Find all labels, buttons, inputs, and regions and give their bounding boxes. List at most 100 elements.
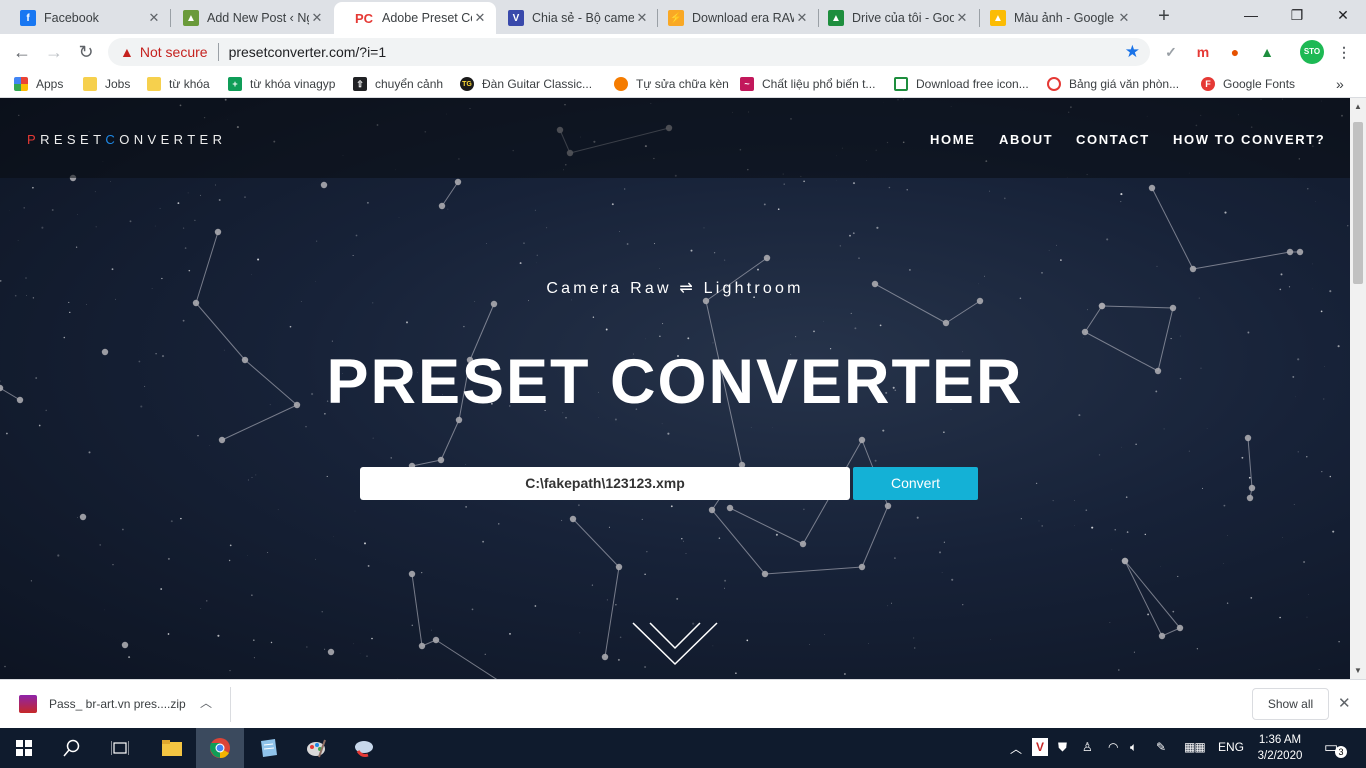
search-icon[interactable] [48,728,96,768]
tab-strip: f Facebook ✕ ▲ Add New Post ‹ Ng ✕ PC Ad… [0,0,1366,34]
task-view-glyph-icon [111,741,129,755]
bookmark-apps[interactable]: Apps [14,75,63,93]
show-all-button[interactable]: Show all [1252,688,1329,720]
bookmark-label: Apps [36,77,64,91]
google-drive-extension-icon[interactable]: ▲ [1257,42,1277,62]
m-extension-icon[interactable]: m [1193,42,1213,62]
forward-button[interactable]: → [40,38,68,66]
bookmark-chat-lieu[interactable]: ~ Chất liệu phổ biến t... [740,75,875,93]
tab-facebook[interactable]: f Facebook ✕ [0,2,170,34]
scroll-down-arrow-icon[interactable]: ▼ [1353,666,1363,675]
nav-home[interactable]: HOME [930,132,975,147]
bookmark-label: Tự sửa chữa kèn [636,77,729,91]
tab-title: Drive của tôi - Goo [852,11,954,25]
windows-start-icon[interactable] [0,728,48,768]
language-indicator[interactable]: ENG [1218,740,1244,754]
volume-icon[interactable]: 🔈︎ [1130,740,1137,755]
bookmark-google-fonts[interactable]: F Google Fonts [1201,75,1295,93]
wifi-icon[interactable]: ◠ [1108,740,1118,754]
bookmark-star-icon[interactable]: ★ [1125,42,1140,62]
bookmark-chuyen-canh[interactable]: ⇧ chuyển cảnh [353,75,443,93]
chevron-up-icon[interactable]: ︿ [1010,740,1022,757]
vivaldi-tray-icon[interactable]: V [1032,738,1048,756]
convert-button[interactable]: Convert [853,467,978,500]
scroll-up-arrow-icon[interactable]: ▲ [1353,102,1363,111]
square-icon [894,77,908,91]
tab-close-icon[interactable]: ✕ [954,10,970,26]
tab-drive[interactable]: ▲ Drive của tôi - Goo ✕ [808,2,978,34]
bookmark-tu-khoa-vinagyp[interactable]: + từ khóa vinagyp [228,75,335,93]
winrar-archive-icon[interactable] [19,695,37,713]
file-explorer-icon[interactable] [148,728,196,768]
chrome-logo-icon [210,738,230,759]
paint-3d-icon[interactable] [340,728,388,768]
reload-button[interactable]: ↻ [72,38,100,66]
puzzle-extension-icon[interactable]: ● [1225,42,1245,62]
maximize-button[interactable]: ❐ [1274,0,1320,30]
bookmark-label: Google Fonts [1223,77,1296,91]
nav-contact[interactable]: CONTACT [1076,132,1150,147]
google-drive-icon: ▲ [990,10,1006,26]
clock[interactable]: 1:36 AM 3/2/2020 [1252,732,1308,764]
tab-adobe-preset-converter[interactable]: PC Adobe Preset Conv ✕ [334,2,496,34]
arrow-left-icon: ← [13,42,31,62]
logo-text: RESET [40,132,106,147]
task-view-icon[interactable] [96,728,144,768]
browser-toolbar: ← → ↻ ▲ Not secure presetconverter.com/?… [0,34,1366,70]
check-extension-icon[interactable]: ✓ [1161,42,1181,62]
bookmark-bang-gia[interactable]: Bảng giá văn phòn... [1047,75,1179,93]
arrow-right-icon: → [45,42,63,62]
notification-center-icon[interactable]: ▭ 3 [1324,738,1347,758]
tab-close-icon[interactable]: ✕ [1116,10,1132,26]
notepad-icon[interactable] [244,728,292,768]
tab-title: Add New Post ‹ Ng [207,11,309,25]
chrome-icon[interactable] [196,728,244,768]
nav-about[interactable]: ABOUT [999,132,1053,147]
chevron-up-icon[interactable]: ︿ [200,694,212,711]
warning-triangle-icon[interactable]: ▲ [120,44,134,60]
site-logo[interactable]: PRESETCONVERTER [27,132,226,147]
bookmark-jobs[interactable]: Jobs [83,75,130,93]
nav-how-to-convert[interactable]: HOW TO CONVERT? [1173,132,1325,147]
download-shelf: Pass_ br-art.vn pres....zip ︿ Show all ✕ [0,679,1366,728]
pen-icon[interactable]: ✎ [1156,740,1166,754]
bookmark-tu-sua-chua-ken[interactable]: Tự sửa chữa kèn [614,75,729,93]
tab-close-icon[interactable]: ✕ [472,10,488,26]
paint-icon[interactable] [292,728,340,768]
tab-chia-se[interactable]: V Chia sẻ - Bộ came ✕ [488,2,658,34]
bookmark-label: Bảng giá văn phòn... [1069,77,1180,91]
new-tab-button[interactable]: + [1152,5,1176,29]
url-text[interactable]: presetconverter.com/?i=1 [229,44,387,60]
bookmark-download-free-icon[interactable]: Download free icon... [894,75,1029,93]
tab-download-era-raw[interactable]: ⚡ Download era RAW ✕ [648,2,818,34]
page-scrollbar[interactable]: ▲ ▼ [1350,98,1366,679]
facebook-icon: f [20,10,36,26]
close-window-button[interactable]: ✕ [1320,0,1366,30]
download-divider [230,687,231,722]
bookmarks-overflow-icon[interactable]: » [1336,75,1344,93]
scrollbar-thumb[interactable] [1353,122,1363,284]
tab-close-icon[interactable]: ✕ [309,10,325,26]
minimize-button[interactable]: — [1228,0,1274,30]
notification-count: 3 [1335,746,1347,758]
tab-mau-anh[interactable]: ▲ Màu ảnh - Google ✕ [970,2,1140,34]
tab-title: Download era RAW [692,11,794,25]
shield-tray-icon[interactable]: ⛊ [1058,740,1067,755]
scroll-down-chevron-icon[interactable] [630,618,720,668]
user-tray-icon[interactable]: ♙ [1082,740,1093,754]
file-input[interactable]: C:\fakepath\123123.xmp [360,467,850,500]
keyboard-icon[interactable]: ▦▦ [1184,740,1206,754]
bookmark-tu-khoa[interactable]: từ khóa [147,75,210,93]
profile-avatar[interactable]: STO [1300,40,1324,64]
download-filename[interactable]: Pass_ br-art.vn pres....zip [49,697,186,711]
address-bar[interactable]: ▲ Not secure presetconverter.com/?i=1 ★ [108,38,1150,66]
security-status[interactable]: Not secure [140,44,208,60]
close-icon[interactable]: ✕ [1338,694,1351,712]
brush-icon [355,741,373,757]
tg-icon: TG [460,77,474,91]
tab-close-icon[interactable]: ✕ [146,10,162,26]
back-button[interactable]: ← [8,38,36,66]
menu-dots-icon[interactable]: ⋮ [1334,42,1354,62]
bookmark-dan-guitar[interactable]: TG Đàn Guitar Classic... [460,75,592,93]
tab-add-new-post[interactable]: ▲ Add New Post ‹ Ng ✕ [163,2,333,34]
